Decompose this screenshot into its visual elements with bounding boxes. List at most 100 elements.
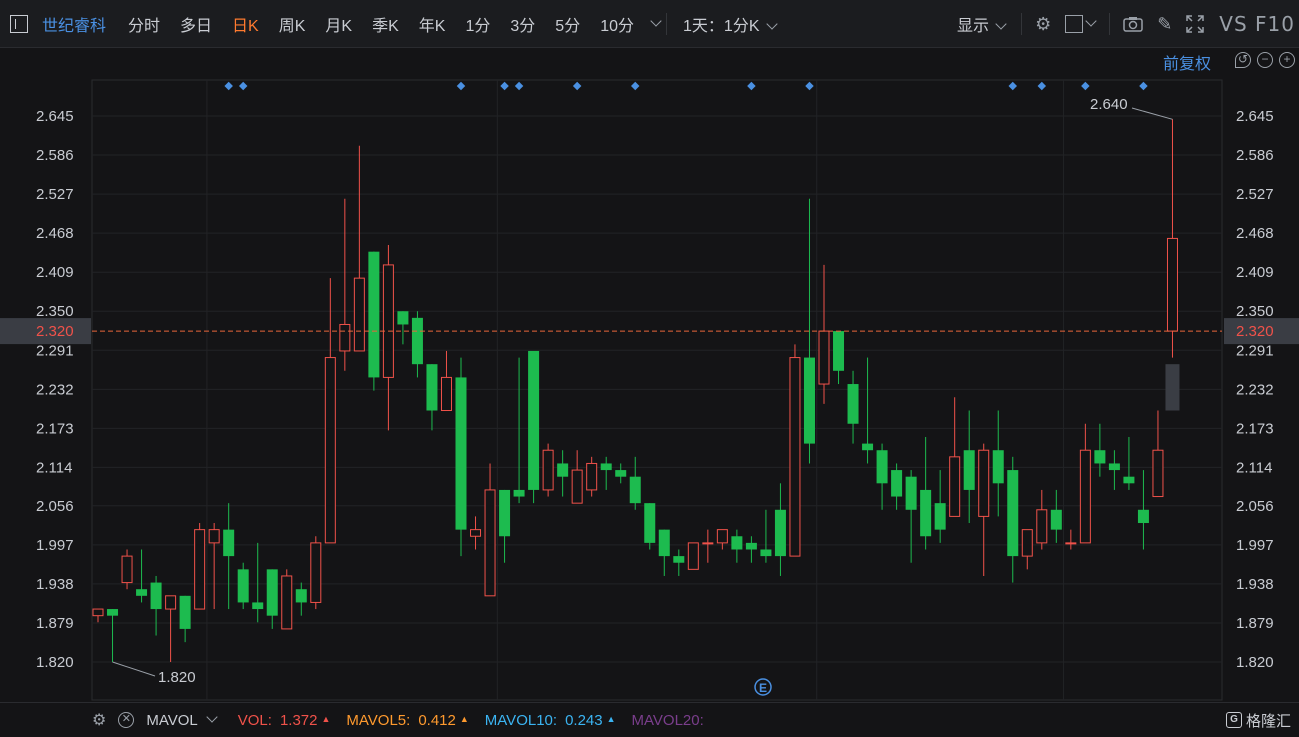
more-periods-chevron-icon[interactable]	[650, 14, 662, 27]
candle-body	[266, 569, 278, 616]
close-indicator-icon[interactable]: ✕	[118, 712, 135, 728]
pencil-icon[interactable]: ✎	[1157, 14, 1172, 35]
price-tick-right: 1.820	[1236, 654, 1274, 671]
price-tick-left: 1.820	[36, 654, 74, 671]
price-tick-right: 2.468	[1236, 225, 1274, 242]
indicator-value: 1.372	[279, 711, 318, 729]
drawing-box-icon[interactable]	[1065, 15, 1084, 33]
vs-compare-button[interactable]: VS F10	[1219, 12, 1295, 36]
candle-body	[673, 556, 685, 563]
low-annotation: 1.820	[158, 669, 196, 686]
event-dot-icon	[514, 81, 524, 91]
toolbar-right: 显示 ⚙ ✎ VS F10	[947, 0, 1299, 48]
high-annotation: 2.640	[1090, 96, 1128, 113]
candle-body	[121, 555, 133, 584]
candle-body	[107, 609, 119, 616]
indicator-chevron-down-icon[interactable]	[206, 711, 218, 723]
period-tab[interactable]: 多日	[170, 12, 222, 36]
candle-body	[1137, 509, 1149, 524]
candle-body	[1123, 476, 1135, 484]
candle-body	[470, 529, 482, 537]
candle-body	[629, 476, 641, 504]
candle-body	[949, 456, 961, 517]
price-tick-left: 2.645	[36, 108, 74, 125]
period-tab[interactable]: 3分	[500, 12, 545, 36]
candle-body	[194, 529, 206, 610]
candle-body	[179, 595, 191, 629]
current-price-right: 2.320	[1236, 323, 1274, 340]
period-tab[interactable]: 1分	[455, 12, 500, 36]
interval-select[interactable]: 1天：1分K	[673, 12, 785, 36]
candle-body	[223, 529, 235, 557]
candle-body	[1065, 542, 1077, 545]
candle-body	[295, 589, 307, 603]
period-tab[interactable]: 年K	[409, 12, 456, 36]
candle-body	[891, 470, 903, 497]
display-button[interactable]: 显示	[947, 12, 1015, 36]
price-tick-right: 2.409	[1236, 264, 1274, 281]
display-label: 显示	[957, 18, 990, 35]
candle-body	[731, 536, 743, 550]
f10-button[interactable]: F10	[1255, 12, 1295, 36]
indicator-name[interactable]: MAVOL	[146, 712, 197, 729]
period-tab[interactable]: 5分	[545, 12, 590, 36]
candle-body	[440, 376, 452, 412]
indicator-label: MAVOL10:	[484, 711, 558, 729]
indicator-label: MAVOL5:	[346, 711, 411, 729]
event-dot-icon	[1037, 81, 1047, 91]
period-tab[interactable]: 10分	[590, 12, 644, 36]
event-e-label: E	[759, 681, 767, 695]
candle-body	[862, 443, 874, 451]
candle-body	[353, 277, 365, 352]
period-tab[interactable]: 分时	[118, 12, 170, 36]
candle-body	[1079, 449, 1091, 544]
top-toolbar: 世纪睿科 分时 多日 日K 周K 月K 季K 年K 1分 3分 5分 10分 1天：1分K 显示 ⚙…	[0, 0, 1299, 48]
event-dot-icon	[1081, 81, 1090, 91]
price-tick-left: 1.879	[36, 615, 74, 632]
candle-body	[760, 549, 772, 557]
indicator-value: 0.243	[565, 711, 603, 729]
price-tick-right: 1.879	[1236, 615, 1274, 632]
period-tabs: 分时 多日 日K 周K 月K 季K 年K 1分 3分 5分 10分	[118, 12, 644, 36]
camera-icon[interactable]	[1123, 16, 1143, 32]
price-tick-right: 2.232	[1236, 381, 1274, 398]
candle-body	[978, 449, 990, 517]
price-tick-right: 2.350	[1236, 303, 1274, 320]
candle-body	[513, 489, 525, 497]
candle-body	[499, 489, 511, 537]
chevron-down-icon[interactable]	[1085, 15, 1097, 27]
price-tick-left: 2.114	[36, 459, 72, 476]
candle-body	[992, 450, 1004, 484]
stock-name[interactable]: 世纪睿科	[42, 12, 106, 36]
price-tick-right: 2.645	[1236, 108, 1274, 125]
high-annotation-leader	[1131, 107, 1173, 120]
period-tab[interactable]: 月K	[315, 12, 362, 36]
low-annotation-leader	[112, 661, 156, 677]
candle-body	[528, 350, 540, 490]
indicator-settings-gear-icon[interactable]: ⚙	[92, 710, 106, 730]
candle-body	[963, 450, 975, 490]
vs-label: VS	[1219, 12, 1248, 36]
period-tab[interactable]: 日K	[222, 12, 269, 36]
candle-body	[644, 503, 656, 543]
price-tick-right: 2.173	[1236, 420, 1274, 437]
fullscreen-icon[interactable]	[1186, 15, 1205, 33]
candle-body	[411, 317, 423, 365]
indicator-bar: ⚙ ✕ MAVOL VOL: 1.372 ▲ MAVOL5: 0.412 ▲ MAVOL10…	[0, 702, 1299, 737]
candle-body	[1166, 237, 1178, 332]
event-dot-icon	[1008, 81, 1018, 91]
candle-body	[586, 462, 598, 491]
divider	[1021, 13, 1023, 35]
sidebar-toggle-icon[interactable]	[10, 14, 28, 33]
kline-chart[interactable]: 2.645 2.645 2.586 2.586 2.527 2.527 2.468 2.468…	[0, 48, 1299, 702]
candle-body	[165, 595, 177, 610]
event-dot-icon	[1139, 81, 1148, 91]
indicator-label: MAVOL20:	[631, 711, 704, 729]
candle-body	[687, 542, 699, 570]
period-tab[interactable]: 周K	[269, 12, 316, 36]
interval-select-label: 1天：1分K	[683, 17, 760, 35]
settings-gear-icon[interactable]: ⚙	[1035, 14, 1051, 35]
divider	[1109, 13, 1111, 35]
period-tab[interactable]: 季K	[362, 12, 409, 36]
price-tick-right: 2.586	[1236, 147, 1274, 164]
